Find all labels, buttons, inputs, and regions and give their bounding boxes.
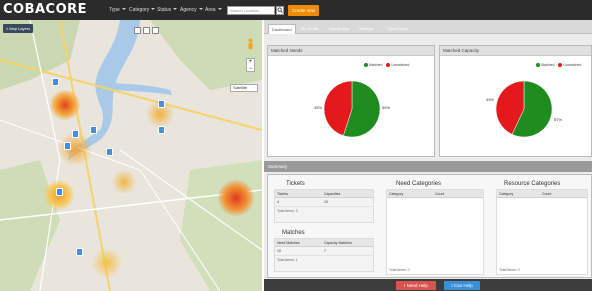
table-cell: 7 xyxy=(324,249,326,253)
table-footer: Total items: 0 xyxy=(499,268,520,272)
need-help-button[interactable]: I Need Help xyxy=(396,281,436,290)
pie-value-label: 57% xyxy=(554,117,562,122)
chevron-down-icon xyxy=(198,8,203,10)
type-dropdown-label: Type xyxy=(109,7,120,13)
matched-capacity-panel: Matched Capacity Matched Unmatched 57% 43… xyxy=(439,45,592,157)
heat-spot xyxy=(218,180,254,216)
table-footer: Total items: 0 xyxy=(389,268,410,272)
table-header: Tickets Capacities xyxy=(275,190,373,198)
pie-value-label: 43% xyxy=(486,97,494,102)
map-marker[interactable] xyxy=(158,126,165,134)
agency-dropdown-label: Agency xyxy=(180,7,197,13)
chevron-down-icon xyxy=(121,8,126,10)
search-button[interactable] xyxy=(276,6,284,15)
chevron-down-icon xyxy=(151,8,156,10)
heat-map[interactable]: « Map Layers + − Satellite xyxy=(0,20,262,291)
map-marker[interactable] xyxy=(56,188,63,196)
pie-value-label: 45% xyxy=(314,105,322,110)
table-header: Category Count xyxy=(387,190,483,198)
column-header: Category xyxy=(389,192,404,196)
map-marker[interactable] xyxy=(52,78,59,86)
tab-settings[interactable]: Settings xyxy=(356,24,376,34)
table-cell: 10 xyxy=(277,249,281,253)
heat-spot xyxy=(92,248,122,278)
top-navbar: COBACORE Type Category Status Agency Are… xyxy=(0,0,592,20)
summary-panel: Tickets Tickets Capacities 4 10 Total item… xyxy=(267,174,592,278)
column-header: Tickets xyxy=(277,192,288,196)
pie-value-label: 55% xyxy=(382,105,390,110)
table-cell: 4 xyxy=(277,200,279,204)
tickets-title: Tickets xyxy=(286,181,305,187)
status-dropdown-label: Status xyxy=(157,7,172,13)
map-marker[interactable] xyxy=(158,100,165,108)
map-control-3[interactable] xyxy=(152,27,159,34)
category-dropdown[interactable]: Category xyxy=(129,6,156,15)
area-dropdown[interactable]: Area xyxy=(205,6,222,15)
area-dropdown-label: Area xyxy=(205,7,216,13)
column-header: Category xyxy=(499,192,514,196)
table-footer: Total items: 1 xyxy=(277,258,298,262)
column-header: Capacities xyxy=(324,192,341,196)
table-footer: Total items: 3 xyxy=(277,209,298,213)
resource-categories-table: Category Count Total items: 0 xyxy=(496,189,588,275)
tab-dashboard[interactable]: Dashboard xyxy=(268,24,296,34)
category-dropdown-label: Category xyxy=(129,7,150,13)
column-header: Count xyxy=(435,192,445,196)
zoom-control[interactable]: + − xyxy=(246,58,255,72)
tickets-table: Tickets Capacities 4 10 Total items: 3 xyxy=(274,189,374,223)
zoom-out-icon[interactable]: − xyxy=(247,66,254,72)
map-layers-button[interactable]: « Map Layers xyxy=(3,24,33,33)
tab-bar: Dashboard My Profile Needs Map Settings … xyxy=(264,20,592,34)
tab-crisis-notes[interactable]: Crisis Notes xyxy=(384,24,412,34)
tab-my-profile[interactable]: My Profile xyxy=(298,24,322,34)
panel-title: Matched Capacity xyxy=(440,46,591,56)
status-dropdown[interactable]: Status xyxy=(157,6,178,15)
map-marker[interactable] xyxy=(106,148,113,156)
map-marker[interactable] xyxy=(76,248,83,256)
matched-capacity-pie-chart: 57% 43% xyxy=(486,80,562,138)
chevron-down-icon xyxy=(173,8,178,10)
table-header: Category Count xyxy=(497,190,587,198)
table-header: Need Matches Capacity Matches xyxy=(275,239,373,247)
chevron-down-icon xyxy=(217,8,222,10)
dashboard-panel: Dashboard My Profile Needs Map Settings … xyxy=(264,20,592,291)
type-dropdown[interactable]: Type xyxy=(109,6,126,15)
search-icon xyxy=(277,7,283,13)
map-marker[interactable] xyxy=(90,126,97,134)
column-header: Capacity Matches xyxy=(324,241,352,245)
map-control-1[interactable] xyxy=(134,27,141,34)
matches-title: Matches xyxy=(282,230,305,236)
column-header: Count xyxy=(542,192,552,196)
matched-needs-panel: Matched Needs Matched Unmatched 55% 45% xyxy=(267,45,435,157)
map-marker[interactable] xyxy=(72,130,79,138)
need-categories-table: Category Count Total items: 0 xyxy=(386,189,484,275)
agency-dropdown[interactable]: Agency xyxy=(180,6,203,15)
location-search-input[interactable]: Search Location xyxy=(227,6,275,15)
tab-needs-map[interactable]: Needs Map xyxy=(326,24,352,34)
summary-header: Summary xyxy=(264,161,592,172)
matches-table: Need Matches Capacity Matches 10 7 Total i… xyxy=(274,238,374,272)
map-marker[interactable] xyxy=(64,142,71,150)
table-row: 4 10 xyxy=(275,198,373,207)
panel-title: Matched Needs xyxy=(268,46,434,56)
map-type-select[interactable]: Satellite xyxy=(230,84,258,92)
can-help-button[interactable]: I Can Help xyxy=(444,281,480,290)
app-logo[interactable]: COBACORE xyxy=(3,2,87,17)
column-header: Need Matches xyxy=(277,241,300,245)
resource-categories-title: Resource Categories xyxy=(504,181,561,187)
help-bar: I Need Help I Can Help xyxy=(264,279,592,291)
map-tiles xyxy=(0,20,262,291)
zoom-in-icon[interactable]: + xyxy=(247,59,254,66)
table-row: 10 7 xyxy=(275,247,373,256)
heat-spot xyxy=(112,170,136,194)
map-control-2[interactable] xyxy=(143,27,150,34)
create-new-button[interactable]: Create new xyxy=(288,5,319,16)
table-cell: 10 xyxy=(324,200,328,204)
matched-needs-pie-chart: 55% 45% xyxy=(314,80,390,138)
need-categories-title: Need Categories xyxy=(396,181,442,187)
street-view-pegman-icon[interactable] xyxy=(246,38,255,50)
heat-spot xyxy=(50,90,80,120)
